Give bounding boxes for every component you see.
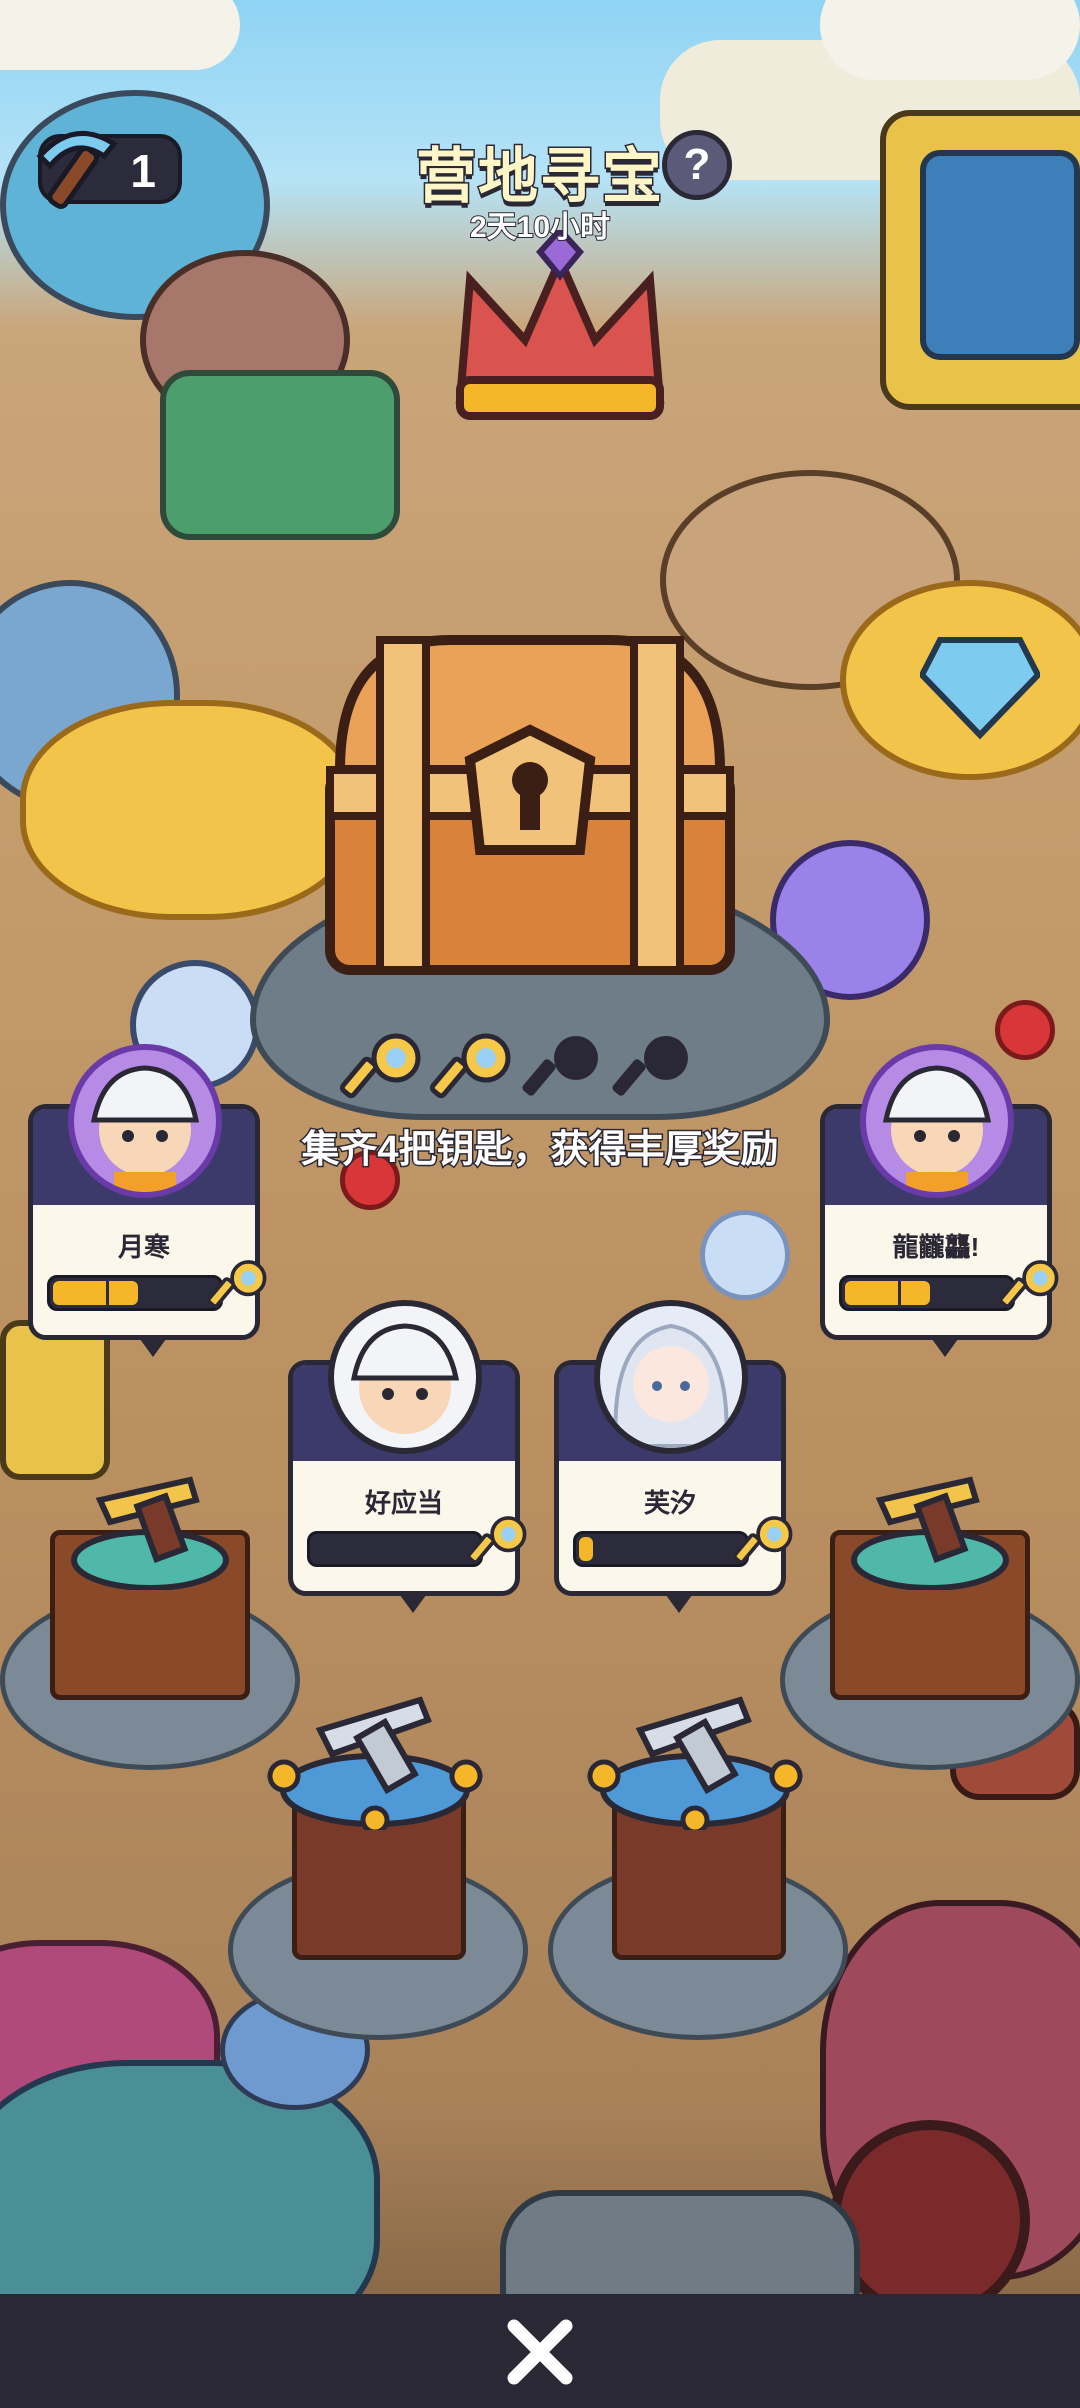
progress-fill bbox=[845, 1281, 930, 1305]
girl-avatar-icon bbox=[613, 1323, 729, 1448]
silver-pickaxe-icon bbox=[267, 1696, 483, 1830]
key-icon bbox=[207, 1260, 267, 1308]
player-avatar-2[interactable] bbox=[328, 1300, 482, 1454]
key-icon bbox=[999, 1260, 1059, 1308]
progress-fill bbox=[53, 1281, 138, 1305]
key-icon bbox=[733, 1516, 793, 1564]
key-silhouette-icon bbox=[612, 1036, 688, 1096]
gold-pickaxe-icon bbox=[71, 1476, 229, 1590]
gem-icon bbox=[920, 637, 1040, 740]
key-icon bbox=[339, 1033, 421, 1099]
boy-avatar-icon bbox=[90, 1065, 200, 1192]
key-progress-bar bbox=[47, 1275, 223, 1311]
key-progress-bar bbox=[573, 1531, 749, 1567]
help-button[interactable]: ? bbox=[662, 130, 732, 200]
help-icon: ? bbox=[683, 140, 711, 189]
key-slot-3-empty bbox=[520, 1032, 604, 1116]
player-avatar-3[interactable] bbox=[594, 1300, 748, 1454]
key-slot-4-empty bbox=[610, 1032, 694, 1116]
key-silhouette-icon bbox=[522, 1036, 598, 1096]
event-timer: 2天10小时 bbox=[469, 210, 611, 245]
progress-fill bbox=[579, 1537, 593, 1561]
key-slot-1 bbox=[339, 1032, 424, 1116]
silver-pickaxe-icon bbox=[587, 1696, 803, 1830]
gold-pickaxe-icon bbox=[851, 1476, 1009, 1590]
key-progress-bar bbox=[307, 1531, 483, 1567]
boy-avatar-icon bbox=[882, 1065, 992, 1192]
boy-avatar-icon bbox=[350, 1323, 460, 1434]
page-title: 营地寻宝 bbox=[415, 142, 664, 212]
key-progress-bar bbox=[839, 1275, 1015, 1311]
crown-icon bbox=[455, 230, 665, 420]
key-icon bbox=[467, 1516, 527, 1564]
key-icon bbox=[429, 1033, 511, 1099]
close-icon[interactable] bbox=[500, 2312, 580, 2392]
key-slot-2 bbox=[429, 1032, 514, 1116]
treasure-chest[interactable] bbox=[310, 620, 750, 990]
player-avatar-1[interactable] bbox=[68, 1044, 222, 1198]
player-avatar-4[interactable] bbox=[860, 1044, 1014, 1198]
